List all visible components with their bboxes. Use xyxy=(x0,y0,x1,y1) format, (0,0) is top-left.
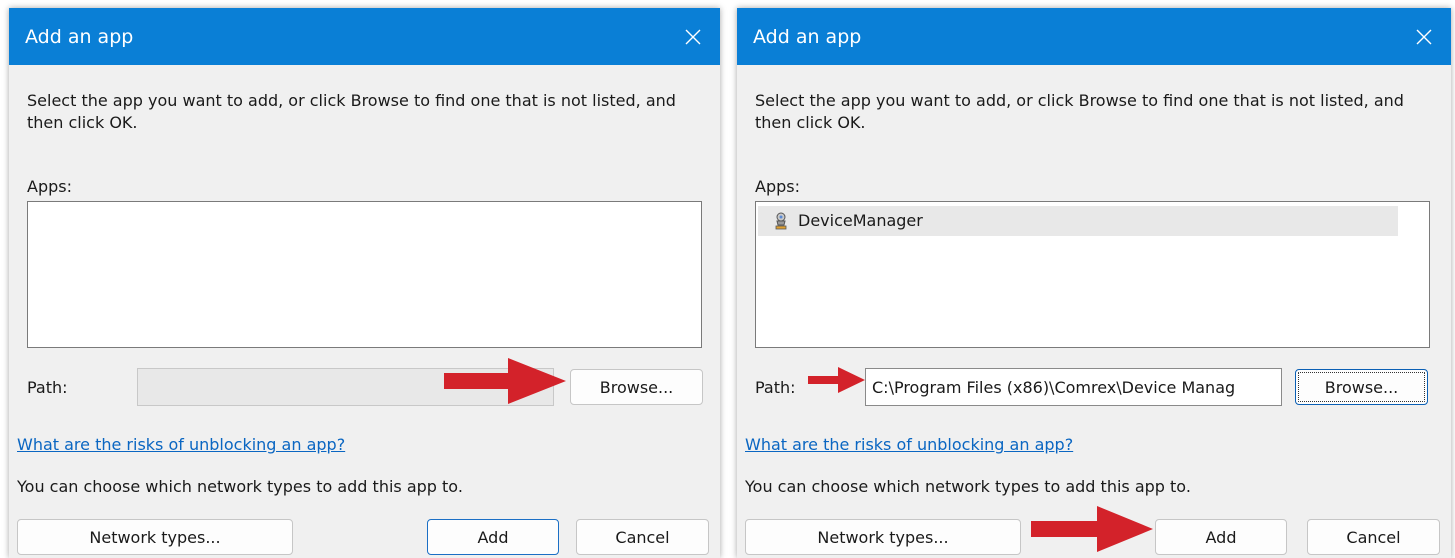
close-button[interactable] xyxy=(666,8,720,65)
annotation-arrow-browse xyxy=(444,358,566,404)
network-types-button[interactable]: Network types... xyxy=(745,519,1021,555)
add-button[interactable]: Add xyxy=(427,519,559,555)
risks-link[interactable]: What are the risks of unblocking an app? xyxy=(17,435,345,454)
apps-label: Apps: xyxy=(755,177,800,196)
add-app-dialog-2: Add an app Select the app you want to ad… xyxy=(737,8,1451,558)
annotation-arrow-path xyxy=(808,367,865,393)
apps-label: Apps: xyxy=(27,177,72,196)
browse-button[interactable]: Browse... xyxy=(570,369,703,405)
apps-list[interactable] xyxy=(27,201,702,348)
dialog-title: Add an app xyxy=(753,26,862,48)
apps-list[interactable]: DeviceManager xyxy=(755,201,1430,348)
instruction-text: Select the app you want to add, or click… xyxy=(27,91,676,132)
annotation-arrow-add xyxy=(1031,506,1153,552)
network-types-button[interactable]: Network types... xyxy=(17,519,293,555)
close-icon xyxy=(685,29,701,45)
close-icon xyxy=(1416,29,1432,45)
title-bar: Add an app xyxy=(9,8,720,65)
path-input[interactable] xyxy=(865,368,1282,406)
cancel-button[interactable]: Cancel xyxy=(576,519,709,555)
risks-link[interactable]: What are the risks of unblocking an app? xyxy=(745,435,1073,454)
title-bar: Add an app xyxy=(737,8,1451,65)
add-button[interactable]: Add xyxy=(1155,519,1287,555)
path-label: Path: xyxy=(27,378,68,397)
dialog-title: Add an app xyxy=(25,26,134,48)
instruction-text: Select the app you want to add, or click… xyxy=(755,91,1404,132)
add-app-dialog-1: Add an app Select the app you want to ad… xyxy=(9,8,720,558)
path-label: Path: xyxy=(755,378,796,397)
cancel-button[interactable]: Cancel xyxy=(1307,519,1440,555)
browse-button[interactable]: Browse... xyxy=(1295,369,1428,405)
device-manager-icon xyxy=(772,212,790,234)
network-types-text: You can choose which network types to ad… xyxy=(17,477,463,496)
close-button[interactable] xyxy=(1397,8,1451,65)
app-name: DeviceManager xyxy=(798,211,923,230)
network-types-text: You can choose which network types to ad… xyxy=(745,477,1191,496)
app-list-item[interactable]: DeviceManager xyxy=(758,206,1398,236)
